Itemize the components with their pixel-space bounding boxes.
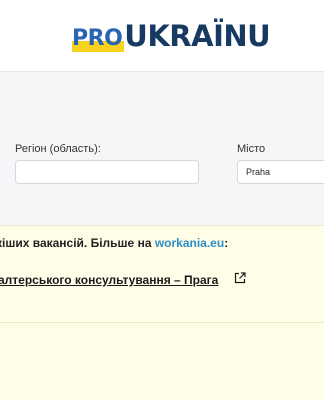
region-select[interactable] [15,160,199,184]
logo-pro-text: PRO [72,26,123,51]
notice-text: кіших вакансій. Більше на workania.eu: [0,236,228,250]
job-link[interactable]: алтерського консультування – Прага [0,273,218,287]
notice-divider [0,322,324,323]
logo-main-text: UKRAÏNU [124,19,271,53]
external-link-icon[interactable] [234,272,246,284]
notice-panel [0,225,324,400]
site-header: PRO UKRAÏNU [0,0,324,72]
city-select[interactable]: Praha [237,160,324,184]
notice-text-after: : [224,236,229,250]
city-label: Місто [237,143,266,155]
logo-pro: PRO [72,24,125,54]
workania-link[interactable]: workania.eu [155,236,224,250]
region-label: Регіон (область): [15,143,101,155]
notice-text-before: кіших вакансій. Більше на [0,236,155,250]
site-logo[interactable]: PRO UKRAÏNU [72,18,271,54]
